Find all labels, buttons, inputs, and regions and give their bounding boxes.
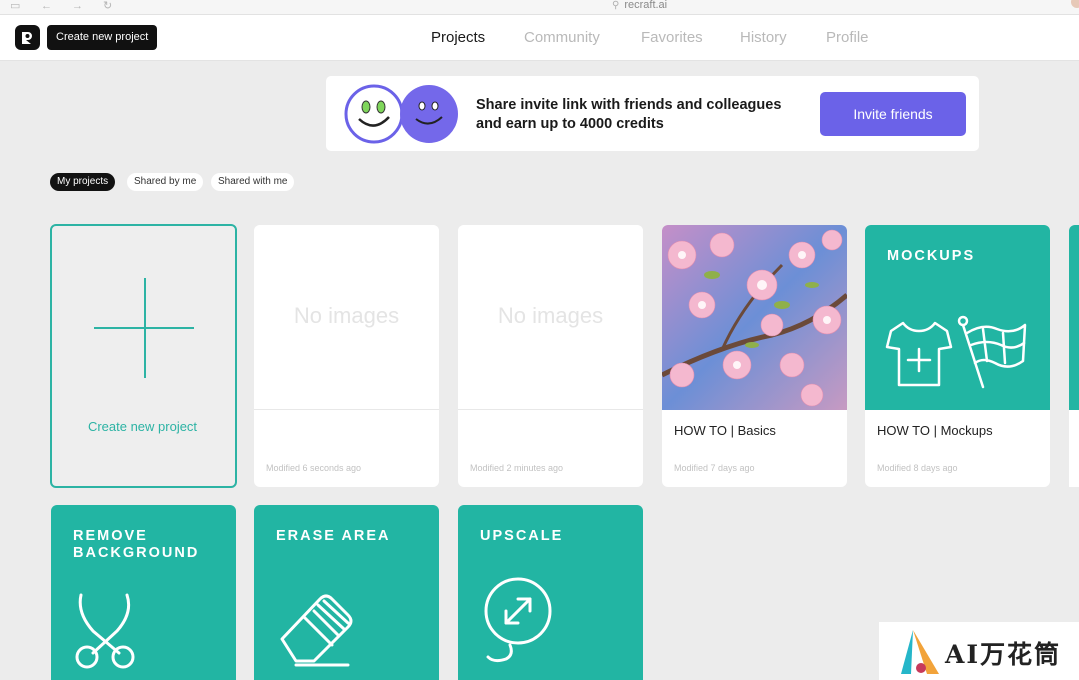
eraser-icon <box>280 594 353 667</box>
forward-icon[interactable]: → <box>72 0 83 12</box>
logo-icon <box>22 32 32 44</box>
create-project-label: Create new project <box>87 419 198 434</box>
project-card[interactable]: HOW TO | Basics Modified 7 days ago <box>662 225 847 487</box>
no-images-placeholder: No images <box>293 303 400 328</box>
sidebar-toggle-icon[interactable]: ▭ <box>10 0 20 12</box>
browser-toolbar: ▭ ← → ↻ ⚲ recraft.ai <box>0 0 1079 15</box>
modified-time: Modified 7 days ago <box>674 463 755 473</box>
invite-banner: Share invite link with friends and colle… <box>326 76 979 151</box>
modified-time: Modified 2 minutes ago <box>470 463 564 473</box>
project-title: HOW TO | Mockups <box>877 423 993 438</box>
tab-favorites[interactable]: Favorites <box>641 29 703 47</box>
scissors-icon <box>75 593 135 669</box>
tab-projects[interactable]: Projects <box>431 29 485 47</box>
tool-label: ERASE AREA <box>276 528 391 544</box>
smiley-faces-illustration <box>344 84 458 144</box>
project-thumbnail: No images <box>458 225 643 410</box>
project-card[interactable]: No images Modified 6 seconds ago <box>254 225 439 487</box>
no-images-placeholder: No images <box>497 303 604 328</box>
profile-avatar[interactable] <box>1071 0 1079 8</box>
upscale-icon <box>484 577 552 663</box>
tab-profile[interactable]: Profile <box>826 29 869 47</box>
top-nav: Create new project Projects Community Fa… <box>0 15 1079 61</box>
project-card[interactable]: MOCKUPS HOW TO | Mockups Modified 8 days… <box>865 225 1050 487</box>
project-card-partial[interactable] <box>1069 225 1079 410</box>
address-bar[interactable]: ⚲ recraft.ai <box>612 0 667 12</box>
tshirt-flag-icon <box>885 315 1027 389</box>
project-thumbnail: No images <box>254 225 439 410</box>
modified-time: Modified 6 seconds ago <box>266 463 362 473</box>
create-project-card[interactable]: Create new project <box>50 224 237 488</box>
filter-shared-with-me[interactable]: Shared with me <box>211 173 295 191</box>
tool-card-erase-area[interactable]: ERASE AREA <box>254 505 439 680</box>
tab-history[interactable]: History <box>740 29 787 47</box>
modified-time: Modified 8 days ago <box>877 463 958 473</box>
watermark-logo: AI万花筒 <box>879 622 1079 680</box>
watermark-icon <box>901 630 939 674</box>
cherry-blossom-thumbnail <box>662 225 847 410</box>
watermark-text: AI万花筒 <box>945 640 1062 669</box>
project-card[interactable]: No images Modified 2 minutes ago <box>458 225 643 487</box>
plus-icon-bar <box>94 327 194 329</box>
tool-card-upscale[interactable]: UPSCALE <box>458 505 643 680</box>
filter-my-projects[interactable]: My projects <box>50 173 116 191</box>
url-text: recraft.ai <box>624 0 668 11</box>
mockups-label: MOCKUPS <box>887 248 976 264</box>
link-icon: ⚲ <box>612 0 620 11</box>
tool-label: REMOVE BACKGROUND <box>73 528 200 561</box>
banner-message: Share invite link with friends and colle… <box>476 97 782 132</box>
invite-friends-button[interactable]: Invite friends <box>820 92 966 136</box>
filter-shared-by-me[interactable]: Shared by me <box>127 173 204 191</box>
tool-card-remove-background[interactable]: REMOVE BACKGROUND <box>51 505 236 680</box>
create-new-project-button[interactable]: Create new project <box>47 25 158 50</box>
back-icon[interactable]: ← <box>41 0 52 12</box>
project-card-partial-footer <box>1069 410 1079 487</box>
mockups-thumbnail: MOCKUPS <box>865 225 1050 410</box>
tab-community[interactable]: Community <box>524 29 600 47</box>
tool-label: UPSCALE <box>480 528 564 544</box>
reload-icon[interactable]: ↻ <box>103 0 112 12</box>
recraft-logo[interactable] <box>15 25 40 50</box>
project-title: HOW TO | Basics <box>674 423 776 438</box>
